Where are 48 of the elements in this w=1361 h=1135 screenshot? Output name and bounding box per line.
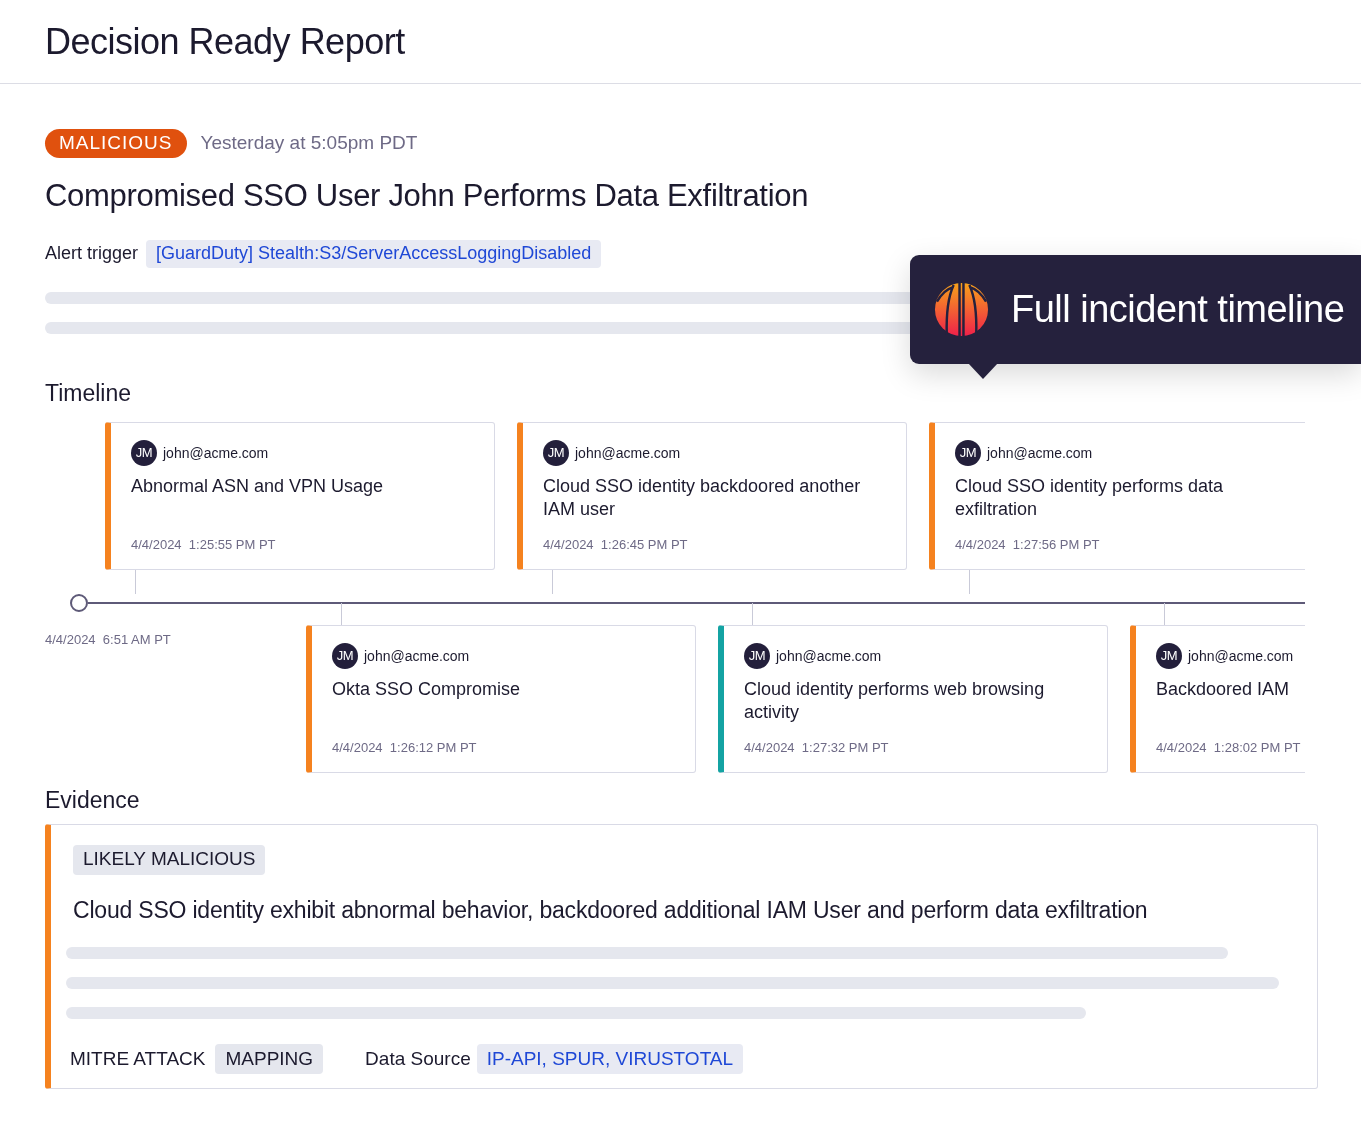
user-avatar: JM xyxy=(955,440,981,466)
event-card[interactable]: JM john@acme.com Backdoored IAM 4/4/2024 1:28:02 PM PT xyxy=(1130,625,1305,773)
mitre-label: MITRE ATTACK xyxy=(70,1046,206,1071)
trigger-link[interactable]: [GuardDuty] Stealth:S3/ServerAccessLoggingDisabled xyxy=(146,239,602,268)
verdict-badge: MALICIOUS xyxy=(45,129,187,158)
page-title: Decision Ready Report xyxy=(45,19,405,64)
section-heading: Timeline xyxy=(45,378,133,408)
user-avatar: JM xyxy=(1156,643,1182,669)
evidence-verdict-tag: LIKELY MALICIOUS xyxy=(73,844,266,875)
tooltip-text: Full incident timeline xyxy=(1011,287,1345,332)
event-card[interactable]: JM john@acme.com Abnormal ASN and VPN Usage 4/4/2024 1:25:55 PM PT xyxy=(105,422,495,570)
user-email: john@acme.com xyxy=(776,646,882,666)
user-avatar: JM xyxy=(131,440,157,466)
data-source-label: Data Source xyxy=(365,1046,471,1071)
trigger-label: Alert trigger xyxy=(45,242,139,265)
event-title: Cloud SSO identity performs data exfiltration xyxy=(955,475,1225,521)
event-time: 4/4/2024 1:27:32 PM PT xyxy=(744,739,890,757)
event-title: Abnormal ASN and VPN Usage xyxy=(131,475,385,498)
logo-icon xyxy=(934,282,989,337)
timeline-start-marker xyxy=(70,594,88,612)
event-time: 4/4/2024 1:28:02 PM PT xyxy=(1156,739,1302,757)
event-time: 4/4/2024 1:27:56 PM PT xyxy=(955,536,1101,554)
user-email: john@acme.com xyxy=(364,646,470,666)
user-avatar: JM xyxy=(332,643,358,669)
event-card[interactable]: JM john@acme.com Cloud identity performs web browsing activity 4/4/2024 1:27:32 PM PT xyxy=(718,625,1108,773)
user-email: john@acme.com xyxy=(575,443,681,463)
data-source-tag: IP-API, SPUR, VIRUSTOTAL xyxy=(476,1044,744,1074)
event-title: Cloud SSO identity backdoored another IAM user xyxy=(543,475,862,521)
user-avatar: JM xyxy=(744,643,770,669)
section-heading: Evidence xyxy=(45,786,141,815)
event-title: Cloud identity performs web browsing activity xyxy=(744,678,1046,724)
event-title: Okta SSO Compromise xyxy=(332,678,522,701)
event-card[interactable]: JM john@acme.com Cloud SSO identity performs data exfiltration 4/4/2024 1:27:56 PM PT xyxy=(929,422,1305,570)
event-time: 4/4/2024 1:25:55 PM PT xyxy=(131,536,277,554)
alert-time: Yesterday at 5:05pm PDT xyxy=(200,131,418,156)
event-card[interactable]: JM john@acme.com Cloud SSO identity backdoored another IAM user 4/4/2024 1:26:45 PM PT xyxy=(517,422,907,570)
user-email: john@acme.com xyxy=(987,443,1093,463)
event-card[interactable]: JM john@acme.com Okta SSO Compromise 4/4/2024 1:26:12 PM PT xyxy=(306,625,696,773)
event-time: 4/4/2024 1:26:12 PM PT xyxy=(332,739,478,757)
user-email: john@acme.com xyxy=(1188,646,1294,666)
evidence-summary: Cloud SSO identity exhibit abnormal behavior, backdoored additional IAM User and perform data exfiltration xyxy=(73,895,1149,925)
event-time: 4/4/2024 1:26:45 PM PT xyxy=(543,536,689,554)
timeline-start-time: 4/4/2024 6:51 AM PT xyxy=(45,632,171,647)
alert-title: Compromised SSO User John Performs Data Exfiltration xyxy=(45,177,810,215)
user-avatar: JM xyxy=(543,440,569,466)
user-email: john@acme.com xyxy=(163,443,269,463)
event-title: Backdoored IAM xyxy=(1156,678,1291,701)
mitre-tag: MAPPING xyxy=(215,1044,324,1074)
